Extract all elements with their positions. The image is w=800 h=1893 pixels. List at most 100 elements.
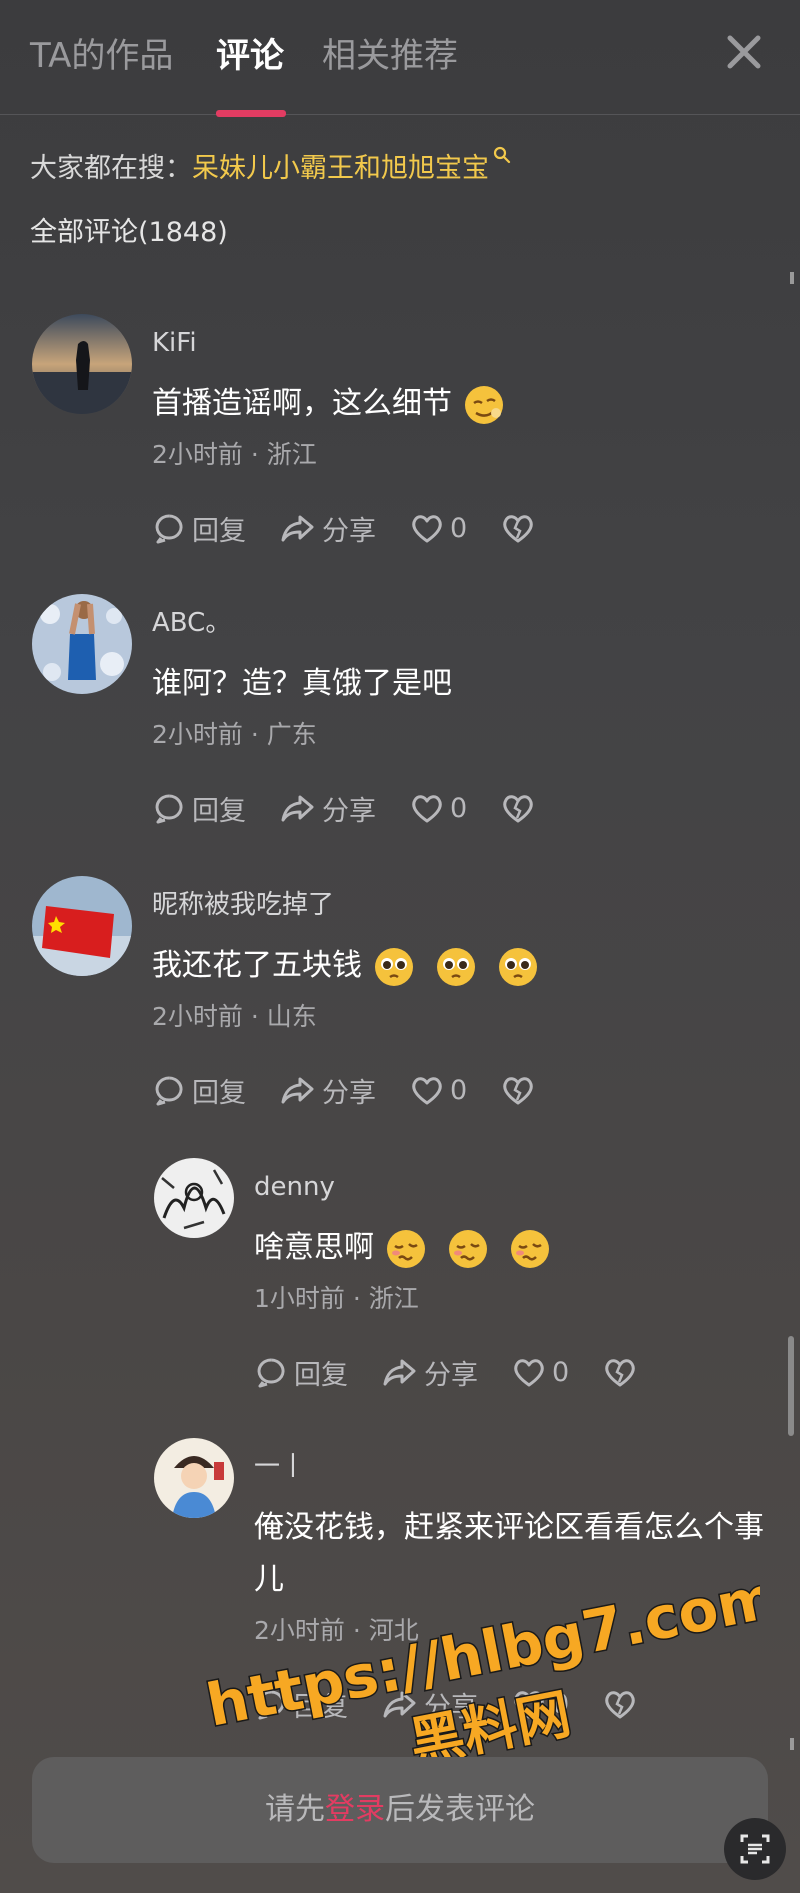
comment-username[interactable]: ABC。 (152, 606, 231, 640)
comment-text: 谁阿？造？真饿了是吧 (152, 666, 452, 701)
reply-button[interactable]: 回复 (152, 509, 246, 548)
scroll-edge-mark (790, 272, 794, 284)
tab-works[interactable]: TA的作品 (30, 34, 173, 78)
text-scan-button[interactable] (724, 1818, 786, 1880)
comment-username[interactable]: KiFi (152, 326, 197, 360)
search-icon (493, 146, 511, 164)
woozy-face-emoji-icon (387, 1229, 425, 1268)
comment-text-content: 首播造谣啊，这么细节 (152, 386, 452, 421)
avatar-image (32, 594, 132, 694)
share-button[interactable]: 分享 (280, 789, 376, 828)
reply-text-content: 啥意思啊 (254, 1230, 374, 1265)
reply-icon (155, 514, 183, 544)
broken-heart-icon (503, 795, 533, 823)
avatar-image (154, 1158, 234, 1238)
share-label: 分享 (322, 1077, 376, 1109)
close-button[interactable] (722, 30, 766, 74)
like-count: 0 (552, 1356, 570, 1388)
reply-username[interactable]: denny (254, 1170, 335, 1204)
like-button[interactable]: 0 (410, 792, 467, 824)
comment-location: 浙江 (266, 440, 317, 469)
reply-time: 1小时前 (254, 1284, 345, 1313)
comment-location: 山东 (266, 1002, 317, 1031)
reply-icon (155, 1076, 183, 1106)
avatar[interactable] (32, 876, 132, 976)
share-icon (383, 1359, 416, 1386)
share-icon (281, 795, 314, 822)
like-count: 0 (450, 1074, 468, 1106)
reply-button[interactable]: 回复 (254, 1353, 348, 1392)
hot-search-term[interactable]: 呆妹儿小霸王和旭旭宝宝 (192, 153, 489, 184)
smirk-face-emoji-icon (465, 385, 503, 424)
input-suffix: 后发表评论 (385, 1792, 535, 1827)
reply-label: 回复 (192, 1077, 246, 1109)
like-button[interactable]: 0 (410, 512, 467, 544)
reply-button[interactable]: 回复 (152, 1071, 246, 1110)
heart-icon (514, 1359, 544, 1387)
avatar-image (154, 1438, 234, 1518)
login-link[interactable]: 登录 (325, 1792, 385, 1827)
comment-time: 2小时前 (152, 440, 243, 469)
share-button[interactable]: 分享 (382, 1353, 478, 1392)
share-button[interactable]: 分享 (280, 1071, 376, 1110)
heart-icon (412, 1077, 442, 1105)
avatar[interactable] (154, 1438, 234, 1518)
comment-count: 全部评论(1848) (30, 217, 228, 248)
reply-label: 回复 (192, 515, 246, 547)
hot-search-prefix: 大家都在搜： (30, 153, 192, 184)
avatar[interactable] (32, 314, 132, 414)
share-button[interactable]: 分享 (280, 509, 376, 548)
avatar[interactable] (32, 594, 132, 694)
broken-heart-icon (503, 1077, 533, 1105)
like-count: 0 (450, 512, 468, 544)
comment-username[interactable]: 昵称被我吃掉了 (152, 888, 334, 922)
comment-meta: 2小时前 · 山东 (152, 1000, 317, 1034)
reply-icon (257, 1358, 285, 1388)
share-icon (281, 515, 314, 542)
dislike-button[interactable] (603, 1356, 643, 1388)
reply-label: 回复 (192, 795, 246, 827)
comment-panel-header: TA的作品 评论 相关推荐 (0, 0, 800, 115)
hot-search-line: 大家都在搜：呆妹儿小霸王和旭旭宝宝 (30, 146, 511, 188)
comment-actions: 回复 分享 0 (152, 1068, 575, 1112)
share-label: 分享 (322, 515, 376, 547)
comment-actions: 回复 分享 0 (152, 506, 575, 550)
comment-text-content: 我还花了五块钱 (152, 948, 362, 983)
reply-label: 回复 (294, 1359, 348, 1391)
avatar[interactable] (154, 1158, 234, 1238)
scroll-edge-mark (790, 1738, 794, 1750)
reply-meta: 1小时前 · 浙江 (254, 1282, 419, 1316)
pleading-face-emoji-icon (437, 947, 475, 986)
reply-icon (155, 794, 183, 824)
reply-location: 浙江 (368, 1284, 419, 1313)
reply-text: 啥意思啊 (254, 1222, 552, 1274)
share-label: 分享 (424, 1359, 478, 1391)
comment-time: 2小时前 (152, 1002, 243, 1031)
heart-icon (412, 795, 442, 823)
comment-meta: 2小时前 · 浙江 (152, 438, 317, 472)
scrollbar-thumb[interactable] (788, 1336, 794, 1436)
like-button[interactable]: 0 (512, 1356, 569, 1388)
woozy-face-emoji-icon (511, 1229, 549, 1268)
meta-separator: · (352, 1284, 361, 1313)
pleading-face-emoji-icon (499, 947, 537, 986)
active-tab-indicator (216, 110, 286, 117)
comment-input-bar[interactable]: 请先登录后发表评论 (32, 1757, 768, 1863)
dislike-button[interactable] (501, 792, 541, 824)
pleading-face-emoji-icon (375, 947, 413, 986)
like-button[interactable]: 0 (410, 1074, 467, 1106)
comment-text: 首播造谣啊，这么细节 (152, 378, 506, 430)
comment-text: 我还花了五块钱 (152, 940, 540, 992)
meta-separator: · (250, 720, 259, 749)
reply-username[interactable]: 一丨 (254, 1450, 306, 1484)
tab-comments[interactable]: 评论 (216, 34, 284, 78)
woozy-face-emoji-icon (449, 1229, 487, 1268)
broken-heart-icon (503, 515, 533, 543)
dislike-button[interactable] (501, 512, 541, 544)
dislike-button[interactable] (501, 1074, 541, 1106)
reply-button[interactable]: 回复 (152, 789, 246, 828)
tab-recommend[interactable]: 相关推荐 (322, 34, 458, 78)
watermark: https://hlbg7.com 黑料网 (200, 1582, 760, 1776)
close-icon (727, 35, 761, 69)
reply-actions: 回复 分享 0 (254, 1350, 677, 1394)
